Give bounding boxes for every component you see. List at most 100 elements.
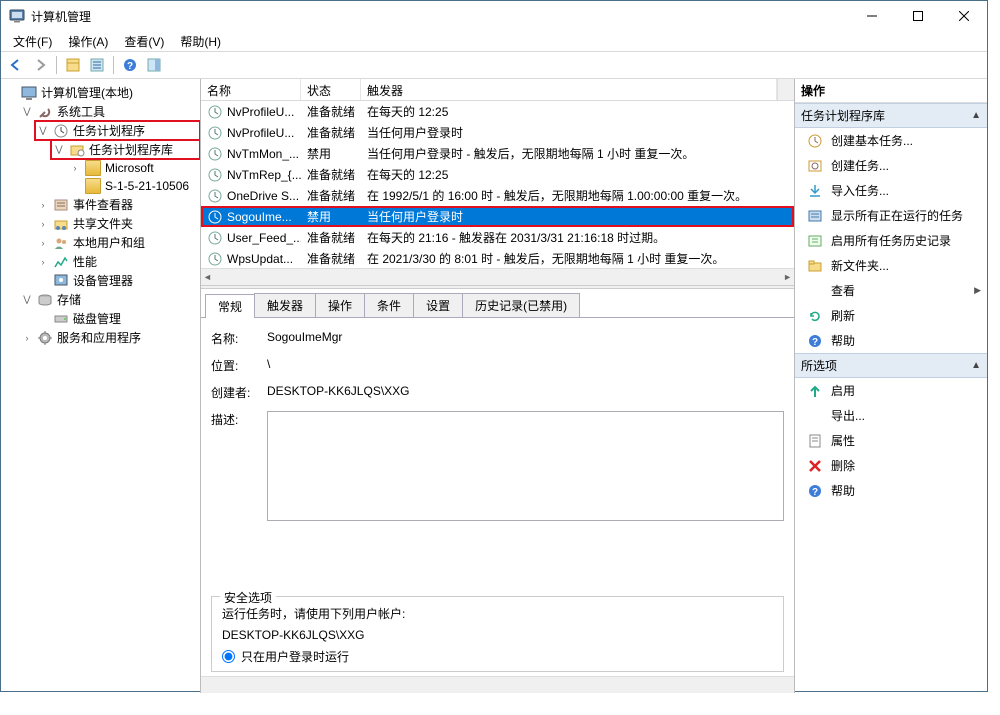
tree-sid-folder[interactable]: S-1-5-21-10506	[67, 177, 200, 195]
tab-history[interactable]: 历史记录(已禁用)	[462, 293, 580, 317]
close-button[interactable]	[941, 1, 987, 31]
tree-performance[interactable]: ›性能	[35, 252, 200, 271]
expander-icon[interactable]: ›	[69, 162, 81, 174]
expander-icon[interactable]: ›	[37, 199, 49, 211]
menu-help[interactable]: 帮助(H)	[172, 31, 229, 52]
detail-panel: 常规 触发器 操作 条件 设置 历史记录(已禁用) 名称:SogouImeMgr…	[201, 289, 794, 693]
action-folder[interactable]: 新文件夹...	[795, 253, 987, 278]
expander-icon[interactable]: ›	[21, 332, 33, 344]
action-create[interactable]: 创建任务...	[795, 153, 987, 178]
detail-horizontal-scrollbar[interactable]	[201, 676, 794, 693]
show-hide-button[interactable]	[62, 54, 84, 76]
task-status: 禁用	[301, 145, 361, 162]
event-viewer-icon	[53, 197, 69, 213]
tab-triggers[interactable]: 触发器	[254, 293, 316, 317]
expander-icon[interactable]: ›	[37, 218, 49, 230]
expander-icon[interactable]: ⋁	[53, 144, 65, 156]
tree-task-scheduler-library[interactable]: ⋁ 任务计划程序库	[51, 140, 200, 159]
window-title: 计算机管理	[31, 8, 849, 25]
action-help[interactable]: ?帮助	[795, 478, 987, 503]
app-icon	[9, 8, 25, 24]
task-name: User_Feed_...	[227, 231, 301, 245]
action-import[interactable]: 导入任务...	[795, 178, 987, 203]
vertical-scrollbar[interactable]	[777, 79, 794, 100]
tree-device-manager[interactable]: 设备管理器	[35, 271, 200, 290]
action-refresh[interactable]: 刷新	[795, 303, 987, 328]
tree-task-scheduler[interactable]: ⋁ 任务计划程序	[35, 121, 200, 140]
action-label: 导出...	[831, 407, 865, 424]
properties-button[interactable]	[86, 54, 108, 76]
col-status[interactable]: 状态	[301, 79, 361, 100]
minimize-button[interactable]	[849, 1, 895, 31]
task-list[interactable]: 名称 状态 触发器 NvProfileU...准备就绪在每天的 12:25NvP…	[201, 79, 794, 285]
expander-icon[interactable]: ⋁	[37, 125, 49, 137]
title-bar[interactable]: 计算机管理	[1, 1, 987, 31]
task-status: 准备就绪	[301, 187, 361, 204]
action-running[interactable]: 显示所有正在运行的任务	[795, 203, 987, 228]
enable-icon	[807, 383, 823, 399]
col-name[interactable]: 名称	[201, 79, 301, 100]
tree-event-viewer[interactable]: ›事件查看器	[35, 195, 200, 214]
actions-group-selected[interactable]: 所选项 ▲	[795, 353, 987, 378]
task-row[interactable]: NvTmMon_...禁用当任何用户登录时 - 触发后，无限期地每隔 1 小时 …	[201, 143, 794, 164]
tab-actions[interactable]: 操作	[315, 293, 365, 317]
tree-system-tools[interactable]: ⋁ 系统工具	[19, 102, 200, 121]
menu-view[interactable]: 查看(V)	[116, 31, 172, 52]
task-row[interactable]: NvTmRep_{...准备就绪在每天的 12:25	[201, 164, 794, 185]
expander-icon[interactable]: ›	[37, 256, 49, 268]
horizontal-scrollbar[interactable]: ◄►	[201, 268, 794, 285]
radio-logged-on-only[interactable]	[222, 650, 235, 663]
action-label: 查看	[831, 282, 855, 299]
tree-services-apps[interactable]: ›服务和应用程序	[19, 328, 200, 347]
nav-back-button[interactable]	[5, 54, 27, 76]
action-export[interactable]: 导出...	[795, 403, 987, 428]
tree-storage[interactable]: ⋁存储	[19, 290, 200, 309]
users-icon	[53, 235, 69, 251]
tab-general[interactable]: 常规	[205, 294, 255, 318]
menu-file[interactable]: 文件(F)	[5, 31, 60, 52]
expander-icon[interactable]: ⋁	[21, 106, 33, 118]
tree-panel[interactable]: 计算机管理(本地) ⋁ 系统工具	[1, 79, 201, 693]
task-row[interactable]: WpsUpdat...准备就绪在 2021/3/30 的 8:01 时 - 触发…	[201, 248, 794, 268]
collapse-icon[interactable]: ▲	[971, 360, 981, 371]
svg-text:?: ?	[127, 61, 133, 72]
action-help[interactable]: ?帮助	[795, 328, 987, 353]
action-props[interactable]: 属性	[795, 428, 987, 453]
expander-icon[interactable]: ›	[37, 237, 49, 249]
col-trigger[interactable]: 触发器	[361, 79, 777, 100]
tree-microsoft[interactable]: ›Microsoft	[67, 159, 200, 177]
delete-icon	[807, 458, 823, 474]
task-row[interactable]: OneDrive S...准备就绪在 1992/5/1 的 16:00 时 - …	[201, 185, 794, 206]
task-row[interactable]: SogouIme...禁用当任何用户登录时	[201, 206, 794, 227]
nav-forward-button[interactable]	[29, 54, 51, 76]
actions-group-library[interactable]: 任务计划程序库 ▲	[795, 103, 987, 128]
expander-icon[interactable]: ⋁	[21, 294, 33, 306]
tab-settings[interactable]: 设置	[413, 293, 463, 317]
clock-icon	[207, 209, 223, 225]
task-row[interactable]: User_Feed_...准备就绪在每天的 21:16 - 触发器在 2031/…	[201, 227, 794, 248]
task-trigger: 在 1992/5/1 的 16:00 时 - 触发后，无限期地每隔 1.00:0…	[361, 187, 794, 204]
tree-disk-management[interactable]: 磁盘管理	[35, 309, 200, 328]
action-create-basic[interactable]: 创建基本任务...	[795, 128, 987, 153]
maximize-button[interactable]	[895, 1, 941, 31]
action-history[interactable]: 启用所有任务历史记录	[795, 228, 987, 253]
tree-root[interactable]: 计算机管理(本地)	[3, 83, 200, 102]
tree-local-users[interactable]: ›本地用户和组	[35, 233, 200, 252]
security-options-fieldset: 安全选项 运行任务时，请使用下列用户帐户: DESKTOP-KK6JLQS\XX…	[211, 596, 784, 672]
action-pane-button[interactable]	[143, 54, 165, 76]
collapse-icon[interactable]: ▲	[971, 110, 981, 121]
tree-shared-folders[interactable]: ›共享文件夹	[35, 214, 200, 233]
menu-action[interactable]: 操作(A)	[60, 31, 116, 52]
detail-description-box[interactable]	[267, 411, 784, 521]
tab-conditions[interactable]: 条件	[364, 293, 414, 317]
actions-header: 操作	[795, 79, 987, 103]
detail-author-label: 创建者:	[211, 384, 267, 401]
task-row[interactable]: NvProfileU...准备就绪当任何用户登录时	[201, 122, 794, 143]
task-row[interactable]: NvProfileU...准备就绪在每天的 12:25	[201, 101, 794, 122]
task-status: 准备就绪	[301, 250, 361, 267]
action-label: 帮助	[831, 482, 855, 499]
action-view[interactable]: 查看	[795, 278, 987, 303]
help-button[interactable]: ?	[119, 54, 141, 76]
action-delete[interactable]: 删除	[795, 453, 987, 478]
action-enable[interactable]: 启用	[795, 378, 987, 403]
